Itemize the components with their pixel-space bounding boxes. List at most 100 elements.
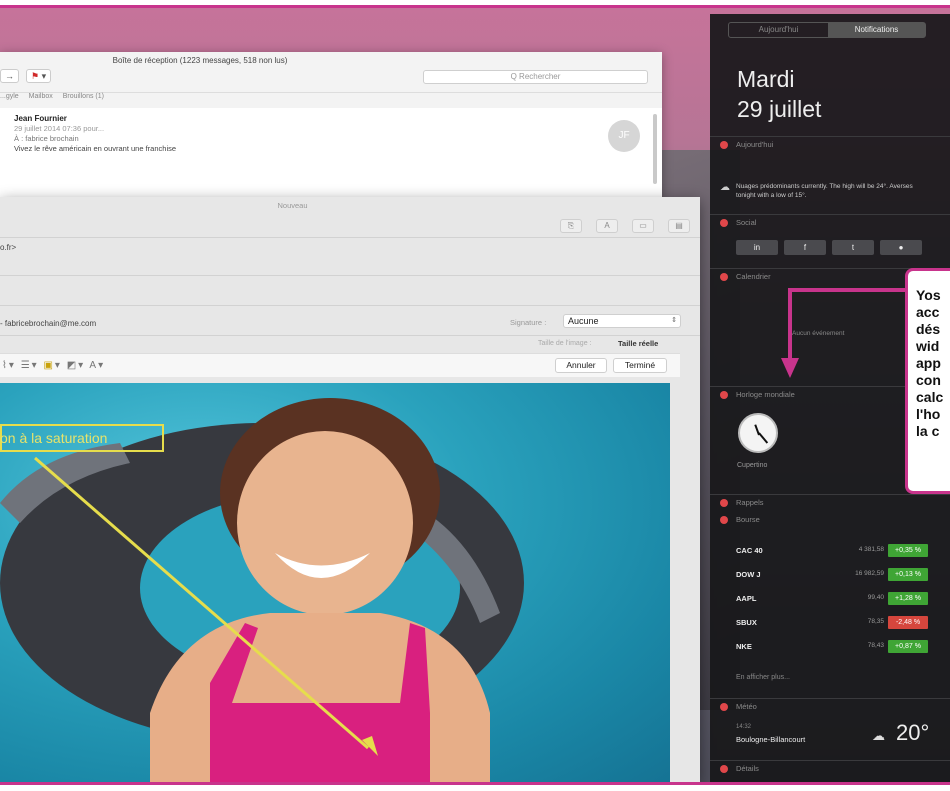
border-color-icon[interactable]: ▣ <box>43 360 54 371</box>
message-view: Jean Fournier 29 juillet 2014 07:36 pour… <box>0 108 662 202</box>
to-field[interactable]: o.fr> <box>0 243 16 252</box>
linkedin-button[interactable]: in <box>736 240 778 255</box>
section-label: Rappels <box>736 498 764 507</box>
message-header: Jean Fournier 29 juillet 2014 07:36 pour… <box>14 114 176 154</box>
favorite-item[interactable]: Mailbox <box>29 93 53 100</box>
saturation-annotation-text: on à la saturation <box>0 430 108 446</box>
section-label: Horloge mondiale <box>736 390 795 399</box>
messages-button[interactable]: ● <box>880 240 922 255</box>
frame-border-top <box>0 0 950 8</box>
cancel-button[interactable]: Annuler <box>555 358 607 373</box>
stock-row[interactable]: SBUX 78,35 -2,48 % <box>736 614 932 632</box>
weather-time: 14:32 <box>736 724 752 730</box>
callout-line: Yos <box>916 287 941 303</box>
stock-symbol: CAC 40 <box>736 546 763 555</box>
section-label: Calendrier <box>736 272 771 281</box>
signature-value: Aucune <box>568 316 599 326</box>
remove-widget-icon[interactable] <box>720 499 728 507</box>
cloud-icon: ☁ <box>720 182 730 193</box>
section-social: Social <box>710 214 950 230</box>
segmented-control: Aujourd'hui Notifications <box>728 22 926 38</box>
stock-price: 99,40 <box>867 594 884 601</box>
section-today: Aujourd'hui <box>710 136 950 152</box>
stock-row[interactable]: DOW J 16 982,59 +0,13 % <box>736 566 932 584</box>
line-weight-icon[interactable]: ☰▾ <box>21 360 39 371</box>
font-icon[interactable]: A <box>596 219 618 233</box>
nc-date: 29 juillet <box>737 96 822 122</box>
stock-price: 78,43 <box>867 642 884 649</box>
favorite-item[interactable]: Brouillons (1) <box>63 93 104 100</box>
show-more-link[interactable]: En afficher plus... <box>736 674 790 681</box>
forward-button[interactable]: → <box>0 69 19 83</box>
divider <box>0 305 700 306</box>
signature-select[interactable]: Aucune ⇕ <box>563 314 681 328</box>
stock-change-badge: +0,35 % <box>888 544 928 557</box>
message-to: À : fabrice brochain <box>14 134 79 143</box>
done-button[interactable]: Terminé <box>613 358 667 373</box>
from-field[interactable]: - fabricebrochain@me.com <box>0 319 96 328</box>
message-date: 29 juillet 2014 07:36 pour... <box>14 124 105 133</box>
clock-icon <box>738 413 778 453</box>
flag-button[interactable]: ⚑ ▾ <box>26 69 52 83</box>
annotation-callout: Yos acc dés wid app con calc l'ho la c <box>905 268 950 494</box>
twitter-button[interactable]: t <box>832 240 874 255</box>
nc-day: Mardi <box>737 66 795 92</box>
callout-line: la c <box>916 423 940 439</box>
search-input[interactable]: Q Rechercher <box>423 70 648 84</box>
image-size-label: Taille de l'image : <box>538 340 592 347</box>
divider <box>0 335 700 336</box>
facebook-button[interactable]: f <box>784 240 826 255</box>
stock-symbol: AAPL <box>736 594 757 603</box>
frame-border-bottom <box>0 782 950 791</box>
section-label: Aujourd'hui <box>736 140 774 149</box>
stock-row[interactable]: CAC 40 4 381,58 +0,35 % <box>736 542 932 560</box>
callout-line: con <box>916 372 941 388</box>
callout-line: l'ho <box>916 406 941 422</box>
tab-today[interactable]: Aujourd'hui <box>729 23 828 37</box>
photo-browser-icon[interactable]: ▭ <box>632 219 654 233</box>
remove-widget-icon[interactable] <box>720 219 728 227</box>
signature-label: Signature : <box>510 318 547 327</box>
mail-window-title: Boîte de réception (1223 messages, 518 n… <box>112 56 288 65</box>
text-style-icon[interactable]: A▾ <box>89 360 105 371</box>
chevron-down-icon: ▾ <box>54 360 62 371</box>
fill-color-icon[interactable]: ◩▾ <box>67 360 85 371</box>
section-label: Social <box>736 218 757 227</box>
section-label: Bourse <box>736 515 760 524</box>
tab-notifications[interactable]: Notifications <box>828 23 925 37</box>
stock-price: 78,35 <box>867 618 884 625</box>
stock-price: 16 982,59 <box>855 570 884 577</box>
clock-city: Cupertino <box>737 462 768 469</box>
favorite-item[interactable]: ...gyle <box>0 93 19 100</box>
stock-change-badge: +0,13 % <box>888 568 928 581</box>
lasso-icon[interactable]: ⌇▾ <box>2 360 16 371</box>
format-icon[interactable]: ▤ <box>668 219 690 233</box>
scrollbar[interactable] <box>653 114 657 184</box>
message-from: Jean Fournier <box>14 114 67 123</box>
girl-face <box>237 431 413 615</box>
remove-widget-icon[interactable] <box>720 765 728 773</box>
cloud-icon: ☁ <box>872 728 885 743</box>
flag-icon: ⚑ <box>31 71 40 81</box>
attach-icon[interactable]: ⎘ <box>560 219 582 233</box>
stock-row[interactable]: AAPL 99,40 +1,28 % <box>736 590 932 608</box>
divider <box>0 275 700 276</box>
section-weather: Météo <box>710 698 950 714</box>
markup-tools: ⌇▾ ☰▾ ▣▾ ◩▾ A▾ <box>2 360 105 371</box>
weather-temperature: 20° <box>896 720 930 745</box>
message-subject: Vivez le rêve américain en ouvrant une f… <box>14 144 177 153</box>
callout-line: calc <box>916 389 944 405</box>
stock-price: 4 381,58 <box>858 546 884 553</box>
section-detail: Détails <box>710 760 950 776</box>
callout-line: wid <box>916 338 940 354</box>
remove-widget-icon[interactable] <box>720 391 728 399</box>
remove-widget-icon[interactable] <box>720 273 728 281</box>
divider <box>0 237 700 238</box>
remove-widget-icon[interactable] <box>720 516 728 524</box>
stock-change-badge: +1,28 % <box>888 592 928 605</box>
remove-widget-icon[interactable] <box>720 703 728 711</box>
remove-widget-icon[interactable] <box>720 141 728 149</box>
stock-row[interactable]: NKE 78,43 +0,87 % <box>736 638 932 656</box>
compose-window-title: Nouveau <box>277 201 308 210</box>
image-size-select[interactable]: Taille réelle <box>618 339 658 348</box>
